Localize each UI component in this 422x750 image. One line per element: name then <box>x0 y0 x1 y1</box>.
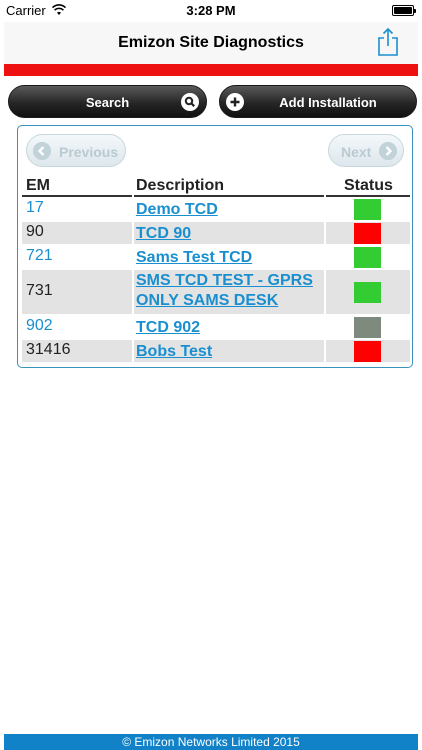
column-header-description: Description <box>136 177 225 194</box>
table-row: 31416 Bobs Test <box>20 339 410 363</box>
add-installation-button[interactable]: Add Installation <box>219 85 417 118</box>
installations-table: EM Description Status 17 Demo TCD 90 TCD 90… <box>20 173 410 363</box>
footer-bar: © Emizon Networks Limited 2015 <box>4 734 418 750</box>
share-icon[interactable] <box>376 27 400 57</box>
installation-link[interactable]: Demo TCD <box>136 200 332 220</box>
status-bar: Carrier 3:28 PM <box>0 0 422 22</box>
previous-button[interactable]: Previous <box>26 134 126 167</box>
column-header-em: EM <box>26 177 50 194</box>
chevron-left-icon <box>33 142 51 160</box>
status-indicator <box>354 199 381 220</box>
em-number: 721 <box>26 247 53 264</box>
table-row: 17 Demo TCD <box>20 197 410 221</box>
app-screen: Carrier 3:28 PM Emizon Site Diagnostics … <box>0 0 422 750</box>
em-number: 17 <box>26 199 44 216</box>
previous-label: Previous <box>59 144 119 160</box>
page-title: Emizon Site Diagnostics <box>118 34 304 51</box>
status-indicator <box>354 247 381 268</box>
table-row: 902 TCD 902 <box>20 315 410 339</box>
table-body: 17 Demo TCD 90 TCD 90 721 Sams Test TCD 731 SMS… <box>20 197 410 363</box>
search-button[interactable]: Search <box>8 85 207 118</box>
installation-link[interactable]: Sams Test TCD <box>136 248 332 268</box>
next-label: Next <box>341 144 372 160</box>
status-indicator <box>354 317 381 338</box>
chevron-right-icon <box>379 142 397 160</box>
table-row: 90 TCD 90 <box>20 221 410 245</box>
status-indicator <box>354 341 381 362</box>
search-button-label: Search <box>85 95 130 110</box>
next-button[interactable]: Next <box>328 134 404 167</box>
installation-link[interactable]: SMS TCD TEST - GPRS ONLY SAMS DESK <box>136 271 332 311</box>
footer-text: © Emizon Networks Limited 2015 <box>122 735 300 749</box>
navigation-bar: Emizon Site Diagnostics <box>4 22 418 64</box>
column-header-status: Status <box>344 177 393 194</box>
status-indicator <box>354 223 381 244</box>
installations-panel: Previous Next EM Description Status 17 De… <box>17 125 413 368</box>
installation-link[interactable]: TCD 902 <box>136 318 332 338</box>
table-header: EM Description Status <box>20 173 410 197</box>
battery-icon <box>392 5 416 16</box>
installation-link[interactable]: Bobs Test <box>136 342 332 362</box>
em-number: 902 <box>26 317 53 334</box>
em-number: 90 <box>26 223 44 240</box>
table-row: 721 Sams Test TCD <box>20 245 410 269</box>
status-strip <box>4 64 418 76</box>
table-row: 731 SMS TCD TEST - GPRS ONLY SAMS DESK <box>20 269 410 315</box>
clock: 3:28 PM <box>186 3 236 18</box>
add-installation-label: Add Installation <box>279 95 377 110</box>
status-indicator <box>354 282 381 303</box>
em-number: 731 <box>26 282 53 299</box>
em-number: 31416 <box>26 341 71 358</box>
search-icon <box>181 93 199 111</box>
installation-link[interactable]: TCD 90 <box>136 224 332 244</box>
